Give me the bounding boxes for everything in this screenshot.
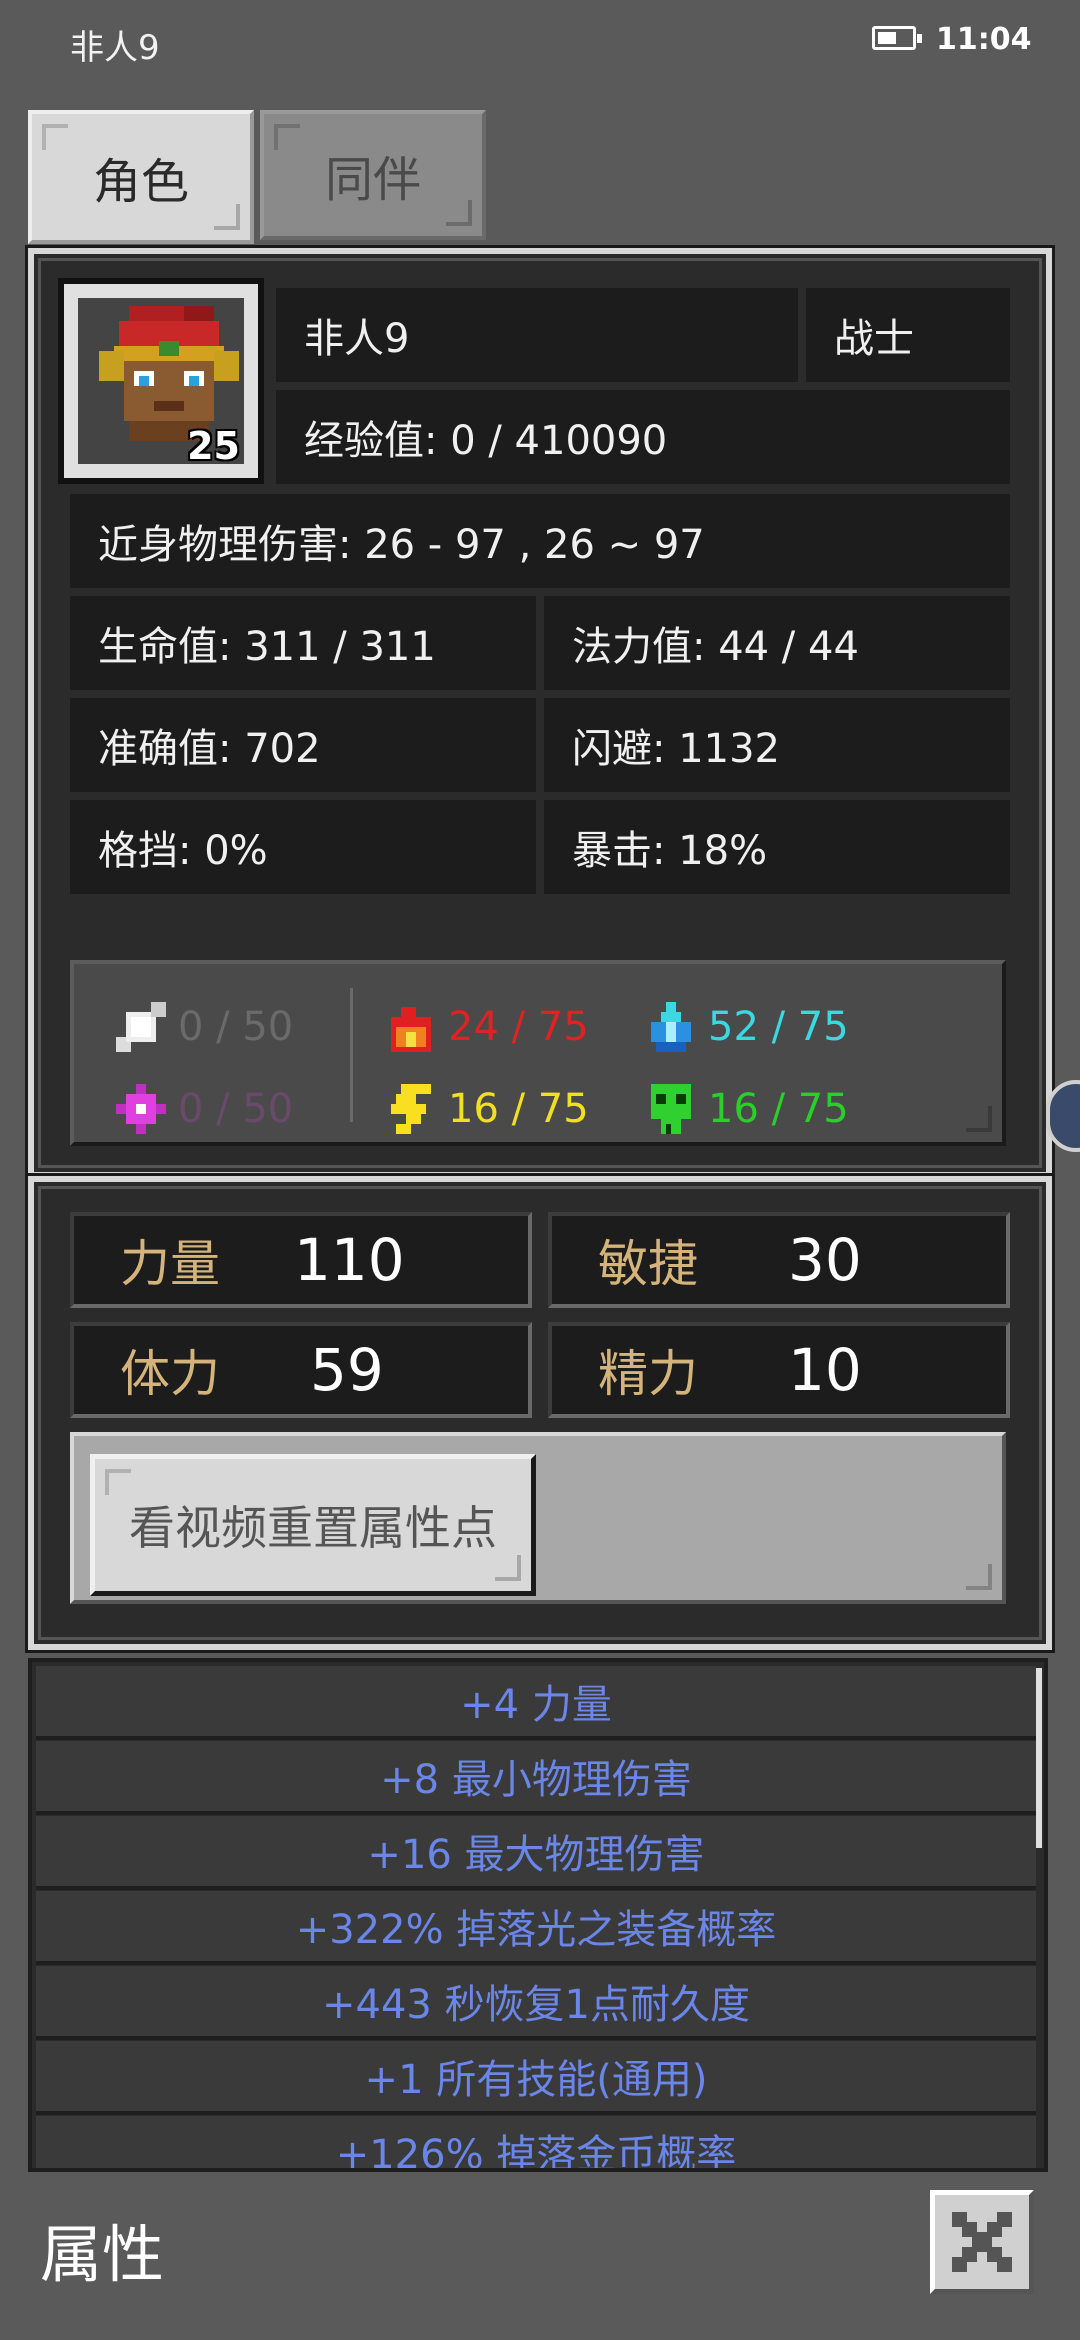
resistance-lightning: 16 / 75 [384,1082,589,1136]
experience-value: 经验值: 0 / 410090 [276,390,1010,484]
attribute-energy: 精力 10 [548,1322,1010,1418]
attribute-agility: 敏捷 30 [548,1212,1010,1308]
resistance-magic-value: 0 / 50 [178,1086,294,1132]
battery-icon [872,26,922,50]
page-title: 属性 [40,2218,165,2291]
scrollbar[interactable] [1036,1668,1042,1848]
resistance-cold: 52 / 75 [644,1000,849,1054]
bonus-list[interactable]: +4 力量 +8 最小物理伤害 +16 最大物理伤害 +322% 掉落光之装备概… [28,1658,1048,2172]
list-item: +126% 掉落金币概率 [36,2116,1036,2168]
resistance-fire-value: 24 / 75 [448,1004,589,1050]
cold-icon [644,1000,698,1054]
resistance-poison-value: 16 / 75 [708,1086,849,1132]
resistance-magic: 0 / 50 [114,1082,293,1136]
light-icon [114,1000,168,1054]
list-item: +8 最小物理伤害 [36,1741,1036,1815]
attribute-agility-label: 敏捷 [598,1235,698,1293]
character-avatar: 25 [58,278,264,484]
fire-icon [384,1000,438,1054]
lightning-icon [384,1082,438,1136]
resistance-lightning-value: 16 / 75 [448,1086,589,1132]
poison-icon [644,1082,698,1136]
close-button[interactable] [930,2190,1034,2294]
resistance-poison: 16 / 75 [644,1082,849,1136]
resistance-cold-value: 52 / 75 [708,1004,849,1050]
resistance-panel: 0 / 50 24 / 75 52 / 75 0 / 50 16 / 75 16… [70,960,1006,1146]
stat-hp: 生命值: 311 / 311 [70,596,536,690]
attribute-energy-value: 10 [788,1336,862,1404]
list-item: +1 所有技能(通用) [36,2041,1036,2115]
reset-attributes-button[interactable]: 看视频重置属性点 [90,1454,536,1596]
list-item: +443 秒恢复1点耐久度 [36,1966,1036,2040]
character-name: 非人9 [276,288,798,382]
list-item: +4 力量 [36,1666,1036,1740]
status-clock: 11:04 [936,22,1032,57]
attribute-stamina-label: 体力 [120,1345,220,1403]
tab-companion[interactable]: 同伴 [260,110,486,240]
reset-area: 看视频重置属性点 [70,1432,1006,1604]
stat-accuracy: 准确值: 702 [70,698,536,792]
reset-attributes-label: 看视频重置属性点 [129,1501,497,1555]
tab-character[interactable]: 角色 [28,110,254,244]
tab-character-label: 角色 [92,154,189,210]
character-class: 战士 [806,288,1010,382]
melee-damage: 近身物理伤害: 26 - 97 , 26 ~ 97 [70,494,1010,588]
resistance-fire: 24 / 75 [384,1000,589,1054]
attribute-strength-value: 110 [294,1226,405,1294]
stat-crit: 暴击: 18% [544,800,1010,894]
attribute-strength-label: 力量 [120,1235,220,1293]
attribute-agility-value: 30 [788,1226,862,1294]
stat-dodge: 闪避: 1132 [544,698,1010,792]
stat-block: 格挡: 0% [70,800,536,894]
attribute-stamina: 体力 59 [70,1322,532,1418]
resistance-light: 0 / 50 [114,1000,293,1054]
stat-mp: 法力值: 44 / 44 [544,596,1010,690]
character-level: 25 [187,424,240,468]
close-icon [952,2212,1012,2272]
status-app-name: 非人9 [70,28,160,68]
attribute-stamina-value: 59 [310,1336,384,1404]
list-item: +16 最大物理伤害 [36,1816,1036,1890]
attribute-energy-label: 精力 [598,1345,698,1403]
tab-companion-label: 同伴 [324,152,421,208]
magic-icon [114,1082,168,1136]
resistance-light-value: 0 / 50 [178,1004,294,1050]
list-item: +322% 掉落光之装备概率 [36,1891,1036,1965]
attribute-strength: 力量 110 [70,1212,532,1308]
